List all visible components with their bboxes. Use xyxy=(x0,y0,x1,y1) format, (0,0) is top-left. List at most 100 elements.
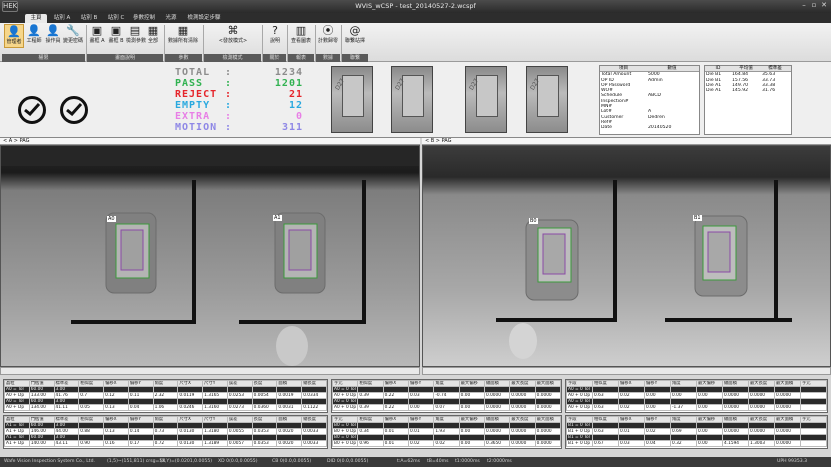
thumbnail-b0[interactable]: D27 xyxy=(465,66,507,133)
die-label-a0: A0 xyxy=(107,216,116,222)
group-label-report: 報表 xyxy=(288,54,314,62)
table-cell: 0.22 xyxy=(382,404,409,411)
die-label-a1: A1 xyxy=(273,215,282,221)
tab-station-a[interactable]: 站別 A xyxy=(49,14,75,23)
user-icon: 👤 xyxy=(7,25,21,38)
operator-button[interactable]: 👤 操作員 xyxy=(44,24,62,48)
table-cell: 0.0000 xyxy=(774,404,801,411)
admin-button[interactable]: 👤 管理者 xyxy=(4,24,24,48)
table-cell: 134.00 xyxy=(28,404,55,411)
table-row[interactable]: A0 + 0 Dp 0.39 0.22 0.00 0.07 0.00 0.0000 0.000… xyxy=(332,404,561,411)
tab-parameter[interactable]: 參數控制 xyxy=(131,14,157,23)
engineer-button[interactable]: 👤 工程師 xyxy=(25,24,43,48)
table-cell: 0.67 xyxy=(592,440,619,447)
thumbnail-a0[interactable]: D27 xyxy=(331,66,373,133)
table-cell: B1 = 0 Tol xyxy=(566,422,593,429)
table-cell: 0.3650 xyxy=(483,440,511,447)
reset-count-button[interactable]: ⦿ 計數歸零 xyxy=(317,24,339,48)
stat-extra-value: 0 xyxy=(295,111,303,122)
tab-light[interactable]: 光源 xyxy=(160,14,182,23)
station-a-pass-icon xyxy=(18,96,46,124)
tab-station-b[interactable]: 站別 B xyxy=(76,14,102,23)
tab-station-c[interactable]: 站別 C xyxy=(103,14,129,23)
stat-empty-label: EMPTY xyxy=(175,100,211,111)
table-cell: 0.02 xyxy=(433,440,460,447)
table-cell: 0.0000 xyxy=(509,440,536,447)
table-cell: 0.0000 xyxy=(534,404,561,411)
maximize-icon[interactable]: ▫ xyxy=(810,1,818,10)
change-password-button[interactable]: 🔧 變更密碼 xyxy=(63,24,83,48)
view-a-scrollbar[interactable] xyxy=(0,367,420,375)
lot-info-table: 項目 數值 Total Amount 5000 OP ID Admin OP Passwo… xyxy=(599,65,700,135)
lot-info-rows: Total Amount 5000 OP ID Admin OP Password WO#… xyxy=(600,72,699,130)
clear-data-button[interactable]: ▦ 數據所有清除 xyxy=(166,24,200,48)
table-row[interactable]: B0 + 0 Dp 0.96 0.01 0.02 0.02 0.00 0.3650 0.000… xyxy=(332,440,561,447)
table-row[interactable]: B1 + 0 Dp 0.67 0.03 0.04 0.32 0.00 4.1594 1.300… xyxy=(566,440,827,447)
ribbon-tabs: 主頁 站別 A 站別 B 站別 C 參數控制 光源 檢測設定步驟 xyxy=(0,13,831,23)
table-cell: 0.02 xyxy=(407,440,435,447)
table-cell: B0 = 0 Tol xyxy=(332,434,359,441)
table-cell: 0.96 xyxy=(357,440,384,447)
grid-icon: ▦ xyxy=(177,24,189,37)
table-cell: A0 = 0 Tol xyxy=(566,386,593,393)
table-cell: 0.03 xyxy=(618,440,645,447)
close-icon[interactable]: ✕ xyxy=(820,1,828,10)
all-button[interactable]: ▦ 全部 xyxy=(145,24,161,48)
table-cell: A0 + 0 Dp xyxy=(566,404,593,411)
table-cell: B1 + 0 Dp xyxy=(566,428,593,435)
table-cell: 0.00 xyxy=(644,404,671,411)
table-cell: A0 + Dp xyxy=(4,404,30,411)
view-chart-button[interactable]: ▥ 查看圖表 xyxy=(289,24,313,48)
status-uph: UPH 99353.3 xyxy=(777,459,808,464)
table-cell: 0.07 xyxy=(433,404,460,411)
lot-info-cell: 20140520 xyxy=(648,125,672,131)
group-label-parameter: 參數 xyxy=(165,54,202,62)
camera-view-a[interactable]: A0 A1 xyxy=(0,145,420,367)
table-cell: B1 + 0 Dp xyxy=(566,440,593,447)
die-label-b1: B1 xyxy=(693,215,702,221)
wrench-icon: 🔧 xyxy=(66,24,80,37)
table-cell: 0.00 xyxy=(407,404,435,411)
table-row[interactable]: A1 + Dp 140.00 43.11 0.90 0.16 0.17 0.72 0.0130… xyxy=(4,440,327,447)
inspection-param-button[interactable]: ▤ 檢測參數 xyxy=(126,24,146,48)
status-company: Wafe Vision Inspection System Co., Ltd. xyxy=(4,459,95,464)
table-cell: 0.0246 xyxy=(177,404,204,411)
stat-empty: EMPTY:12 xyxy=(175,100,303,111)
table-cell: 0.1122 xyxy=(301,404,327,411)
help-button[interactable]: ? 說明 xyxy=(265,24,285,48)
thumbnail-b1[interactable]: D27 xyxy=(526,66,568,133)
tab-home[interactable]: 主頁 xyxy=(25,14,47,23)
view-b-scrollbar[interactable] xyxy=(422,367,831,375)
table-cell: -1.37 xyxy=(670,404,697,411)
stat-extra-label: EXTRA xyxy=(175,111,211,122)
stat-total-label: TOTAL xyxy=(175,67,211,78)
table-cell: 0.0033 xyxy=(301,440,327,447)
die-label-b0: B0 xyxy=(529,218,538,224)
ribbon: 👤 管理者 👤 工程師 👤 操作員 🔧 變更密碼 ▣ 畫框 A ▣ 畫框 B ▤ 檢測參數 ▦… xyxy=(0,23,831,62)
table-cell: 1.3189 xyxy=(202,440,228,447)
table-row[interactable]: A0 + Dp 134.00 41.11 0.05 0.13 0.04 1.06 0.0246… xyxy=(4,404,327,411)
tab-steps[interactable]: 檢測設定步驟 xyxy=(185,14,223,23)
thumbnail-a1[interactable]: D27 xyxy=(391,66,433,133)
minimize-icon[interactable]: – xyxy=(800,1,808,10)
frame-a-button[interactable]: ▣ 畫框 A xyxy=(88,24,106,48)
table-cell: 0.00 xyxy=(458,440,485,447)
camera-view-b[interactable]: B0 B1 xyxy=(422,145,831,367)
table-cell: 1.3160 xyxy=(202,404,228,411)
table-cell: 0.04 xyxy=(127,404,154,411)
table-cell: 1.06 xyxy=(152,404,179,411)
table-row[interactable]: A0 + 0 Dp 0.63 0.02 0.00 -1.37 0.00 0.0000 0.00… xyxy=(566,404,827,411)
table-cell: 0.13 xyxy=(103,404,129,411)
stat-reject-label: REJECT xyxy=(175,89,218,100)
frame-icon: ▤ xyxy=(129,24,141,37)
inspection-mode-button[interactable]: ⌘ <發放模式> xyxy=(210,24,256,48)
char-result-grid-b: 字元 相似度 偏移X 偏移Y 角度 最大偏移 總面積 最大長度 最大面積 B0 = 0 Tol B0… xyxy=(331,415,562,449)
stat-motion-value: 311 xyxy=(281,122,303,133)
contact-button[interactable]: @ 聯繫站擇 xyxy=(343,24,367,48)
table-cell: 43.11 xyxy=(53,440,80,447)
frame-b-button[interactable]: ▣ 畫框 B xyxy=(107,24,125,48)
table-cell: 0.63 xyxy=(592,404,619,411)
die-stats-row: Die A1 145.92 31.76 xyxy=(705,88,791,93)
group-label-data: 數據 xyxy=(316,54,340,62)
group-label-frame: 畫面說明 xyxy=(87,54,163,62)
